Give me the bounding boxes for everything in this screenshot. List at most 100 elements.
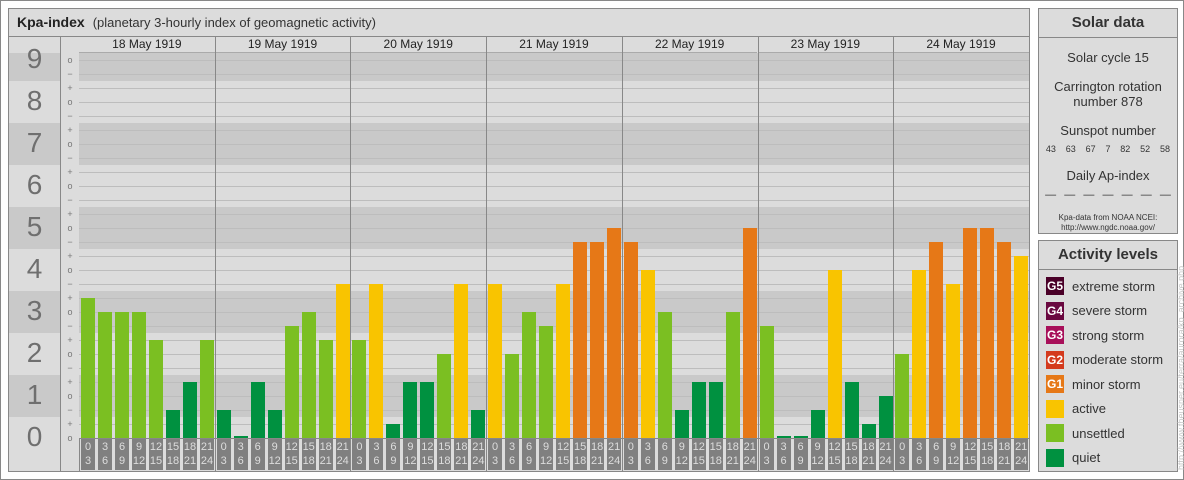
kp-bar[interactable] [505,354,520,438]
kp-bar[interactable] [200,340,214,438]
kp-bar[interactable] [115,312,129,438]
kp-bar[interactable] [844,382,859,438]
kp-bar[interactable] [539,326,554,438]
kp-bar[interactable] [725,312,740,438]
time-interval-label: 12 15 [149,439,163,470]
kp-bar[interactable] [267,410,282,438]
interval-end: 12 [404,455,417,467]
legend-item: active [1046,397,1177,422]
kp-bar[interactable] [708,382,723,438]
kp-bar[interactable] [573,242,588,438]
time-interval-label: 9 12 [946,439,961,470]
interval-start: 12 [692,441,705,453]
kp-bar[interactable] [183,382,197,438]
minor-tick-label: − [67,69,73,79]
legend-swatch: G1 [1046,375,1064,394]
interval-start: 3 [916,441,923,453]
watermark: http://www.theusner.eu/terra/aurora/kp_a… [1176,265,1184,470]
kp-bar[interactable] [284,326,299,438]
kp-bar[interactable] [403,382,418,438]
kp-bar[interactable] [369,284,384,438]
kp-bar[interactable] [946,284,961,438]
interval-start: 9 [950,441,957,453]
kp-bar[interactable] [861,424,876,438]
kp-bar[interactable] [980,228,995,438]
kp-bar[interactable] [149,340,163,438]
y-tick-label: 8 [26,85,43,116]
kp-bar[interactable] [929,242,944,438]
kp-bar[interactable] [301,312,316,438]
interval-end: 6 [101,455,109,467]
kp-bar[interactable] [132,312,146,438]
y-minor-ticks: o + − o + − o + − o + − o + − o + − o + − o + − o + − o [60,37,80,471]
interval-start: 15 [845,441,858,453]
chart-subtitle: (planetary 3-hourly index of geomagnetic… [92,15,376,30]
interval-start: 15 [573,441,587,453]
time-interval-label: 69 [929,439,944,470]
kp-bar[interactable] [420,382,435,438]
time-interval-label: 03 [81,439,95,470]
source-link[interactable]: http://www.ngdc.noaa.gov/ [1039,223,1177,233]
ap-value: — [1064,189,1076,201]
kp-bar[interactable] [878,396,893,438]
kp-bar[interactable] [640,270,655,438]
interval-end: 9 [526,455,533,467]
kp-bar[interactable] [623,242,638,438]
kp-bar[interactable] [216,410,231,438]
kp-bar[interactable] [81,298,95,438]
interval-end: 6 [916,455,923,467]
kp-bar[interactable] [166,410,180,438]
interval-start: 21 [336,441,349,453]
interval-start: 6 [797,441,804,453]
interval-start: 12 [556,441,570,453]
kp-bar[interactable] [471,410,486,438]
legend-swatch: G4 [1046,301,1064,320]
kp-bar[interactable] [488,284,503,438]
kp-bar[interactable] [352,340,367,438]
kp-bar[interactable] [1014,256,1029,438]
kp-bar[interactable] [827,270,842,438]
grid-line [79,74,1029,75]
kp-bar[interactable] [556,284,571,438]
kp-bar[interactable] [895,354,910,438]
interval-end: 15 [149,455,163,467]
kp-bar[interactable] [454,284,469,438]
kp-bar[interactable] [335,284,350,438]
kp-bar[interactable] [437,354,452,438]
time-interval-label: 15 18 [708,439,723,470]
kp-bar[interactable] [997,242,1012,438]
time-interval-label: 9 12 [674,439,689,470]
time-interval-label: 21 24 [335,439,350,470]
minor-tick-label: + [67,83,73,93]
legend-label: severe storm [1072,303,1148,319]
grid-line [79,172,1029,173]
kp-bar[interactable] [742,228,757,438]
interval-start: 12 [421,441,434,453]
kp-bar[interactable] [657,312,672,438]
kp-bar[interactable] [318,340,333,438]
kp-bar[interactable] [386,424,401,438]
kp-bar[interactable] [963,228,978,438]
interval-end: 3 [899,455,906,467]
legend-label: quiet [1072,450,1101,466]
kp-bar[interactable] [691,382,706,438]
minor-tick-label: − [67,195,73,205]
interval-start: 6 [661,441,668,453]
interval-start: 21 [607,441,621,453]
kp-bar[interactable] [607,228,622,438]
minor-tick-label: − [67,153,73,163]
kp-bar[interactable] [522,312,537,438]
interval-end: 6 [644,455,651,467]
interval-start: 18 [183,441,197,453]
kp-bar[interactable] [98,312,112,438]
legend-label: active [1072,401,1106,417]
kp-bar[interactable] [810,410,825,438]
kp-bar[interactable] [590,242,605,438]
kp-bar[interactable] [912,270,927,438]
kp-bar[interactable] [759,326,774,438]
grid-line [79,116,1029,117]
interval-start: 0 [763,441,770,453]
kp-bar[interactable] [250,382,265,438]
kp-bar[interactable] [674,410,689,438]
interval-start: 15 [981,441,994,453]
